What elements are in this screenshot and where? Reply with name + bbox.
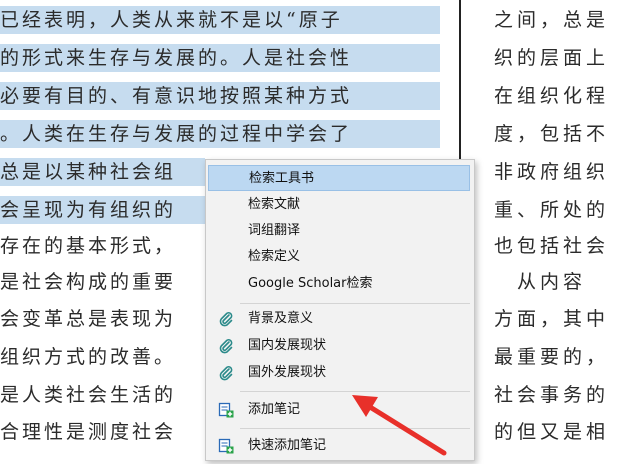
menu-separator [240,303,470,304]
menu-item-google-scholar[interactable]: Google Scholar检索 [208,271,470,297]
text-line[interactable]: 组织方式的改善。 [0,343,176,371]
add-note-icon [218,438,234,454]
menu-item-background[interactable]: 背景及意义 [208,306,470,332]
text-line[interactable]: 会呈现为有组织的 [0,196,205,224]
text-line[interactable]: 社会事务的 [494,381,609,409]
menu-item-label: 检索定义 [248,249,301,264]
text-line[interactable]: 会变革总是表现为 [0,305,176,333]
text-line[interactable]: 之间，总是 [494,6,609,34]
text-line[interactable]: 非政府组织 [494,158,609,186]
text-line[interactable]: 最重要的， [494,343,609,371]
paperclip-icon [218,311,234,327]
text-line[interactable]: 必要有目的、有意识地按照某种方式 [0,82,440,110]
paperclip-icon [218,365,234,381]
menu-item-label: 国内发展现状 [248,338,327,353]
text-line[interactable]: 的但又是相 [494,418,609,446]
text-line[interactable]: 。人类在生存与发展的过程中学会了 [0,120,440,148]
add-note-icon [218,402,234,418]
text-line[interactable]: 在组织化程 [494,82,609,110]
menu-item-label: 国外发展现状 [248,365,327,380]
menu-item-label: 背景及意义 [248,311,314,326]
menu-item-label: 检索工具书 [249,171,315,186]
text-line[interactable]: 存在的基本形式， [0,232,176,260]
text-line[interactable]: 也包括社会 [494,232,609,260]
text-line[interactable]: 合理性是测度社会 [0,418,176,446]
menu-item-label: 检索文献 [248,197,301,212]
menu-item-label: 添加笔记 [248,402,301,417]
menu-item-phrase-translate[interactable]: 词组翻译 [208,218,470,244]
text-line[interactable]: 度，包括不 [494,120,609,148]
text-line[interactable]: 从内容 [494,268,586,296]
text-line[interactable]: 总是以某种社会组 [0,158,205,186]
red-arrow-annotation [352,395,447,456]
right-text-column: 之间，总是 织的层面上 在组织化程 度，包括不 非政府组织 重、所处的 也包括社… [468,0,633,457]
menu-item-domestic-status[interactable]: 国内发展现状 [208,333,470,359]
text-line[interactable]: 的形式来生存与发展的。人是社会性 [0,44,440,72]
text-line[interactable]: 重、所处的 [494,196,609,224]
menu-item-search-literature[interactable]: 检索文献 [208,192,470,218]
text-line[interactable]: 织的层面上 [494,44,609,72]
menu-item-foreign-status[interactable]: 国外发展现状 [208,360,470,386]
text-line[interactable]: 是人类社会生活的 [0,381,176,409]
menu-item-label: Google Scholar检索 [248,276,373,291]
paperclip-icon [218,338,234,354]
text-line[interactable]: 已经表明，人类从来就不是以“原子 [0,6,440,34]
text-line[interactable]: 是社会构成的重要 [0,268,176,296]
text-line[interactable]: 方面，其中 [494,305,609,333]
menu-item-search-reference[interactable]: 检索工具书 [208,165,470,191]
menu-item-label: 快速添加笔记 [248,438,327,453]
menu-item-label: 词组翻译 [248,223,301,238]
menu-item-search-definition[interactable]: 检索定义 [208,244,470,270]
